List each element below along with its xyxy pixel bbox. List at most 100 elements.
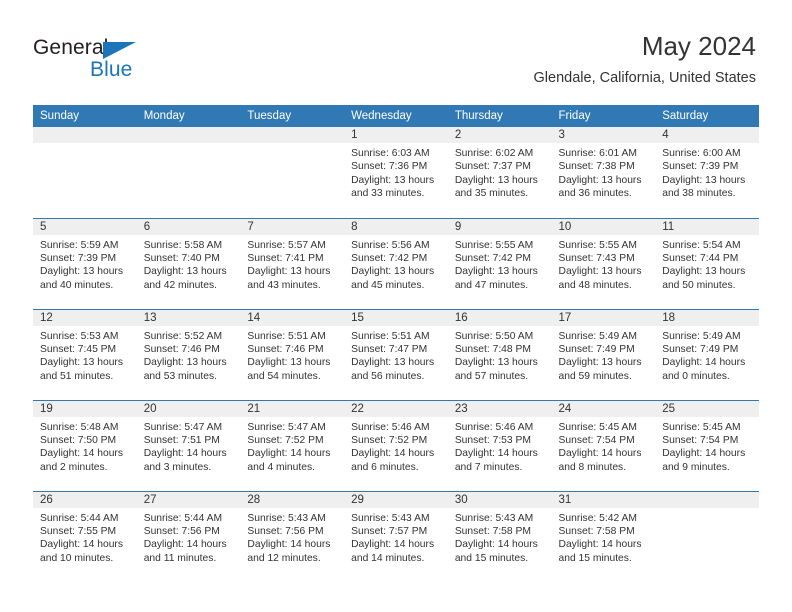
sunset-text: Sunset: 7:48 PM [454, 343, 531, 355]
day-details: Sunrise: 5:49 AM Sunset: 7:49 PM Daylight:… [655, 326, 759, 384]
day-number: 1 [344, 127, 448, 143]
day-number: 30 [447, 491, 552, 508]
daylight-text-line2: and 40 minutes. [40, 279, 114, 291]
calendar-day-cell[interactable]: 13 Sunrise: 5:52 AM Sunset: 7:46 PM Dayligh… [136, 308, 241, 400]
day-number: 28 [240, 491, 345, 508]
sunset-text: Sunset: 7:50 PM [40, 434, 117, 446]
calendar-day-cell[interactable]: 16 Sunrise: 5:50 AM Sunset: 7:48 PM Dayligh… [447, 308, 552, 400]
day-number: 16 [447, 309, 552, 326]
sunrise-text: Sunrise: 5:52 AM [143, 330, 223, 342]
daylight-text-line2: and 8 minutes. [558, 461, 627, 473]
daylight-text-line2: and 10 minutes. [40, 552, 114, 564]
sunset-text: Sunset: 7:51 PM [143, 434, 220, 446]
page-subtitle: Glendale, California, United States [533, 70, 756, 86]
sunrise-text: Sunrise: 6:03 AM [351, 148, 430, 159]
day-number: 2 [447, 127, 552, 143]
calendar-day-cell[interactable]: 6 Sunrise: 5:58 AM Sunset: 7:40 PM Daylight… [136, 217, 241, 309]
calendar-day-cell[interactable]: 24 Sunrise: 5:45 AM Sunset: 7:54 PM Dayligh… [551, 399, 656, 491]
weekday-header-tuesday: Tuesday [240, 105, 345, 127]
triangle-logo-icon [103, 42, 136, 59]
calendar-day-cell[interactable]: 20 Sunrise: 5:47 AM Sunset: 7:51 PM Dayligh… [136, 399, 241, 491]
calendar-week-row: 5 Sunrise: 5:59 AM Sunset: 7:39 PM Daylight… [33, 217, 759, 309]
daylight-text-line2: and 14 minutes. [351, 552, 425, 564]
sunset-text: Sunset: 7:42 PM [351, 252, 428, 264]
sunrise-text: Sunrise: 5:43 AM [351, 512, 430, 524]
day-number: 8 [344, 218, 448, 235]
daylight-text-line1: Daylight: 13 hours [662, 174, 746, 186]
sunrise-text: Sunrise: 5:58 AM [143, 239, 223, 251]
sunset-text: Sunset: 7:53 PM [454, 434, 531, 446]
sunset-text: Sunset: 7:56 PM [143, 525, 220, 537]
calendar-day-cell[interactable]: 10 Sunrise: 5:55 AM Sunset: 7:43 PM Dayligh… [551, 217, 656, 309]
calendar-day-cell[interactable]: 12 Sunrise: 5:53 AM Sunset: 7:45 PM Dayligh… [33, 308, 137, 400]
calendar-day-cell[interactable]: 17 Sunrise: 5:49 AM Sunset: 7:49 PM Dayligh… [551, 308, 656, 400]
sunrise-text: Sunrise: 5:50 AM [454, 330, 534, 342]
day-details: Sunrise: 5:55 AM Sunset: 7:42 PM Daylight:… [448, 235, 552, 293]
daylight-text-line2: and 48 minutes. [558, 279, 632, 291]
day-number: 9 [447, 218, 552, 235]
calendar-day-cell[interactable]: 31 Sunrise: 5:42 AM Sunset: 7:58 PM Dayligh… [551, 490, 656, 582]
sunrise-text: Sunrise: 5:46 AM [454, 421, 534, 433]
calendar-day-cell[interactable]: 30 Sunrise: 5:43 AM Sunset: 7:58 PM Dayligh… [447, 490, 552, 582]
calendar-day-cell[interactable]: 28 Sunrise: 5:43 AM Sunset: 7:56 PM Dayligh… [240, 490, 345, 582]
daylight-text-line1: Daylight: 14 hours [662, 448, 746, 460]
calendar-day-cell[interactable]: 18 Sunrise: 5:49 AM Sunset: 7:49 PM Dayligh… [655, 308, 759, 400]
sunset-text: Sunset: 7:55 PM [40, 525, 117, 537]
calendar-day-cell[interactable]: 23 Sunrise: 5:46 AM Sunset: 7:53 PM Dayligh… [447, 399, 552, 491]
calendar-day-cell[interactable]: 14 Sunrise: 5:51 AM Sunset: 7:46 PM Dayligh… [240, 308, 345, 400]
calendar-day-cell[interactable]: 27 Sunrise: 5:44 AM Sunset: 7:56 PM Dayligh… [136, 490, 241, 582]
day-details: Sunrise: 5:51 AM Sunset: 7:46 PM Daylight:… [240, 326, 344, 384]
calendar-day-cell[interactable]: 3 Sunrise: 6:01 AM Sunset: 7:38 PM Daylight… [551, 127, 656, 218]
calendar-day-cell-empty [33, 127, 137, 218]
day-number: 20 [136, 400, 241, 417]
calendar-day-cell[interactable]: 19 Sunrise: 5:48 AM Sunset: 7:50 PM Dayligh… [33, 399, 137, 491]
calendar-day-cell[interactable]: 4 Sunrise: 6:00 AM Sunset: 7:39 PM Daylight… [655, 127, 759, 218]
daylight-text-line2: and 33 minutes. [351, 188, 425, 200]
day-details: Sunrise: 5:43 AM Sunset: 7:58 PM Daylight:… [448, 508, 552, 566]
day-details: Sunrise: 6:00 AM Sunset: 7:39 PM Daylight:… [655, 143, 759, 201]
day-number [655, 491, 759, 508]
sunset-text: Sunset: 7:39 PM [662, 161, 739, 173]
calendar-week-row: 12 Sunrise: 5:53 AM Sunset: 7:45 PM Dayligh… [33, 308, 759, 400]
calendar-day-cell[interactable]: 21 Sunrise: 5:47 AM Sunset: 7:52 PM Dayligh… [240, 399, 345, 491]
daylight-text-line2: and 12 minutes. [247, 552, 321, 564]
day-number: 13 [136, 309, 241, 326]
daylight-text-line1: Daylight: 14 hours [247, 448, 331, 460]
weekday-header-friday: Friday [551, 105, 656, 127]
calendar-day-cell[interactable]: 8 Sunrise: 5:56 AM Sunset: 7:42 PM Daylight… [344, 217, 448, 309]
day-details: Sunrise: 5:49 AM Sunset: 7:49 PM Daylight:… [552, 326, 656, 384]
brand-logo[interactable]: General Blue [33, 36, 213, 86]
calendar-day-cell[interactable]: 29 Sunrise: 5:43 AM Sunset: 7:57 PM Dayligh… [344, 490, 448, 582]
calendar-week-row: 19 Sunrise: 5:48 AM Sunset: 7:50 PM Dayligh… [33, 399, 759, 491]
day-details: Sunrise: 5:44 AM Sunset: 7:56 PM Daylight:… [137, 508, 241, 566]
day-details: Sunrise: 5:43 AM Sunset: 7:57 PM Daylight:… [344, 508, 448, 566]
day-number: 4 [655, 127, 759, 143]
weekday-header-thursday: Thursday [447, 105, 552, 127]
sunset-text: Sunset: 7:46 PM [143, 343, 220, 355]
calendar-day-cell[interactable]: 22 Sunrise: 5:46 AM Sunset: 7:52 PM Dayligh… [344, 399, 448, 491]
calendar-day-cell[interactable]: 5 Sunrise: 5:59 AM Sunset: 7:39 PM Daylight… [33, 217, 137, 309]
calendar-day-cell[interactable]: 15 Sunrise: 5:51 AM Sunset: 7:47 PM Dayligh… [344, 308, 448, 400]
calendar-day-cell[interactable]: 9 Sunrise: 5:55 AM Sunset: 7:42 PM Daylight… [447, 217, 552, 309]
calendar-week-row: 1 Sunrise: 6:03 AM Sunset: 7:36 PM Daylight… [33, 127, 759, 218]
calendar-day-cell[interactable]: 2 Sunrise: 6:02 AM Sunset: 7:37 PM Daylight… [447, 127, 552, 218]
day-details: Sunrise: 6:01 AM Sunset: 7:38 PM Daylight:… [552, 143, 656, 201]
day-number: 6 [136, 218, 241, 235]
calendar-day-cell[interactable]: 11 Sunrise: 5:54 AM Sunset: 7:44 PM Dayligh… [655, 217, 759, 309]
sunset-text: Sunset: 7:37 PM [454, 161, 531, 173]
daylight-text-line1: Daylight: 13 hours [247, 266, 331, 278]
sunset-text: Sunset: 7:52 PM [351, 434, 428, 446]
calendar-day-cell[interactable]: 1 Sunrise: 6:03 AM Sunset: 7:36 PM Daylight… [344, 127, 448, 218]
calendar-day-cell[interactable]: 26 Sunrise: 5:44 AM Sunset: 7:55 PM Dayligh… [33, 490, 137, 582]
calendar-day-cell[interactable]: 25 Sunrise: 5:45 AM Sunset: 7:54 PM Dayligh… [655, 399, 759, 491]
daylight-text-line2: and 54 minutes. [247, 370, 321, 382]
calendar-day-cell[interactable]: 7 Sunrise: 5:57 AM Sunset: 7:41 PM Daylight… [240, 217, 345, 309]
sunrise-text: Sunrise: 6:01 AM [558, 148, 637, 159]
sunset-text: Sunset: 7:36 PM [351, 161, 428, 173]
sunset-text: Sunset: 7:40 PM [143, 252, 220, 264]
daylight-text-line1: Daylight: 13 hours [351, 357, 435, 369]
day-number: 3 [551, 127, 656, 143]
day-number [240, 127, 345, 143]
day-number [136, 127, 241, 143]
daylight-text-line1: Daylight: 13 hours [351, 266, 435, 278]
